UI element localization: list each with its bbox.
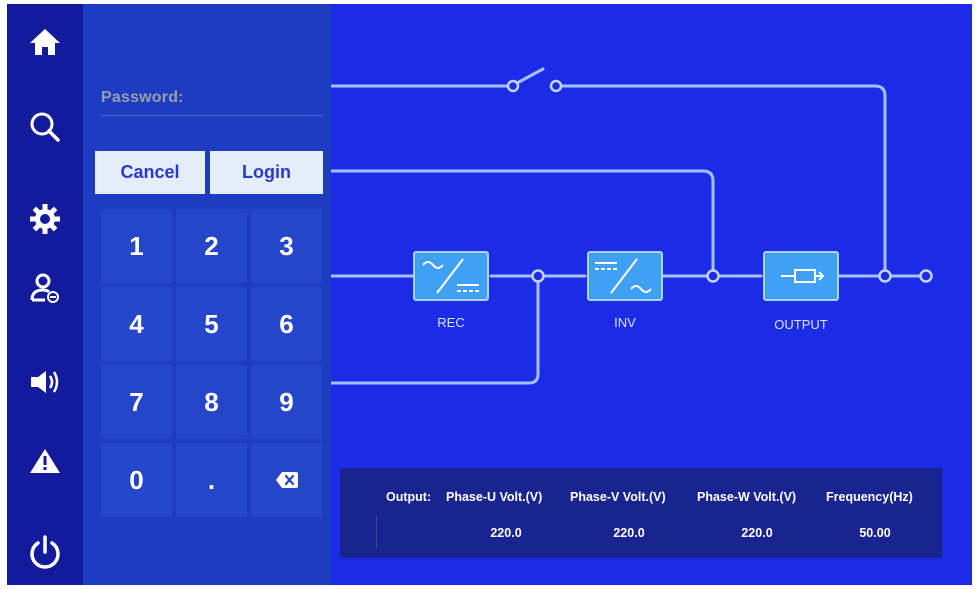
home-icon (30, 29, 60, 55)
inverter-block[interactable] (587, 251, 663, 301)
home-button[interactable] (21, 20, 69, 64)
alarm-button[interactable] (21, 439, 69, 483)
key-7[interactable]: 7 (101, 365, 172, 439)
key-1[interactable]: 1 (101, 209, 172, 283)
output-block[interactable] (763, 251, 839, 301)
phase-w-header: Phase-W Volt.(V) (697, 490, 797, 504)
key-3[interactable]: 3 (251, 209, 322, 283)
backspace-icon (275, 472, 298, 488)
nav-rail (7, 4, 83, 585)
key-6[interactable]: 6 (251, 287, 322, 361)
warning-icon (30, 449, 60, 473)
password-underline (101, 115, 323, 116)
speaker-icon (31, 371, 59, 393)
user-logout-icon (30, 273, 59, 303)
search-icon (30, 112, 60, 142)
user-button[interactable] (21, 266, 69, 310)
node-output-end (919, 269, 933, 283)
bypass-line-2 (559, 84, 887, 276)
frequency-value: 50.00 (859, 526, 891, 540)
ac-dc-icon (422, 258, 479, 294)
switch-node-left (506, 79, 520, 93)
settings-gear-icon (30, 204, 60, 234)
key-2[interactable]: 2 (176, 209, 247, 283)
settings-button[interactable] (21, 197, 69, 241)
key-decimal[interactable]: . (176, 443, 247, 517)
node-out-bypass (878, 269, 892, 283)
search-button[interactable] (21, 105, 69, 149)
rec-label: REC (437, 315, 465, 330)
power-icon (30, 535, 60, 569)
phase-w-value: 220.0 (741, 526, 773, 540)
password-label: Password: (101, 89, 184, 106)
login-keypad-panel: Password: Cancel Login 1 2 3 4 5 6 7 8 9… (83, 4, 331, 585)
bypass-switch-blade (515, 67, 545, 85)
key-8[interactable]: 8 (176, 365, 247, 439)
sound-button[interactable] (21, 360, 69, 404)
ups-screen: REC INV OUTPUT Output: Phase-U Volt.(V) (7, 4, 972, 585)
key-backspace[interactable] (251, 443, 322, 517)
readout-title: Output: (386, 490, 432, 504)
switch-node-right (549, 79, 563, 93)
inv-label: INV (614, 315, 636, 330)
phase-u-header: Phase-U Volt.(V) (446, 490, 543, 504)
node-inv-out (706, 269, 720, 283)
readout-divider (376, 516, 377, 548)
output-readout-panel: Output: Phase-U Volt.(V) Phase-V Volt.(V… (340, 468, 942, 558)
dc-ac-icon (595, 258, 652, 294)
key-5[interactable]: 5 (176, 287, 247, 361)
power-button[interactable] (21, 531, 69, 575)
login-button[interactable]: Login (210, 151, 323, 194)
rectifier-block[interactable] (413, 251, 489, 301)
key-9[interactable]: 9 (251, 365, 322, 439)
frequency-header: Frequency(Hz) (826, 490, 913, 504)
output-icon (781, 269, 825, 283)
phase-v-header: Phase-V Volt.(V) (570, 490, 666, 504)
node-rec-inv (531, 269, 545, 283)
password-field[interactable] (173, 84, 313, 112)
phase-u-value: 220.0 (490, 526, 522, 540)
cancel-button[interactable]: Cancel (95, 151, 205, 194)
output-label: OUTPUT (774, 317, 828, 332)
key-4[interactable]: 4 (101, 287, 172, 361)
key-0[interactable]: 0 (101, 443, 172, 517)
phase-v-value: 220.0 (613, 526, 645, 540)
